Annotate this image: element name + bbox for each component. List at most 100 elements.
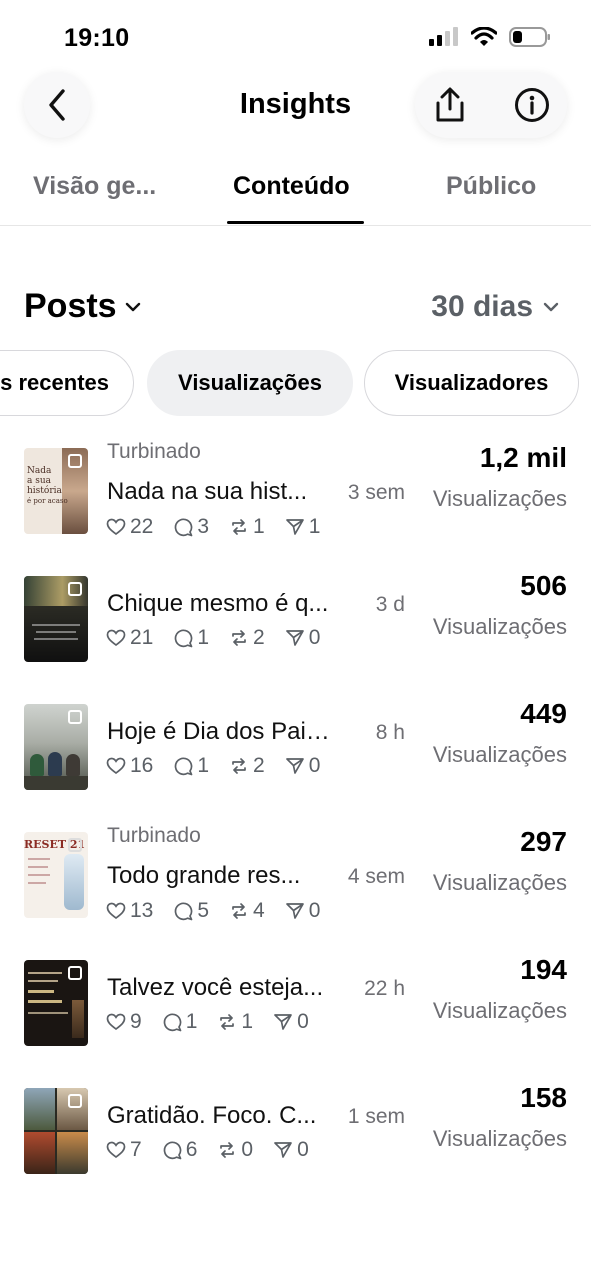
metric-label: Visualizações <box>432 614 567 639</box>
post-row[interactable]: Gratidão. Foco. C... 1 sem 7 6 0 0 158 V… <box>0 1070 591 1198</box>
heart-icon <box>106 518 126 536</box>
post-thumbnail: RESET 21 <box>24 832 88 918</box>
send-icon <box>285 758 304 774</box>
tab-audience[interactable]: Público <box>446 172 536 201</box>
chip-viewers[interactable]: Visualizadores <box>364 350 579 416</box>
post-thumbnail <box>24 576 88 662</box>
comment-icon <box>175 902 193 921</box>
post-age: 1 sem <box>347 1105 405 1128</box>
period-dropdown[interactable]: 30 dias <box>431 290 559 324</box>
post-age: 4 sem <box>347 865 405 888</box>
post-thumbnail <box>24 704 88 790</box>
heart-icon <box>106 902 126 920</box>
view-count: 297 <box>520 826 567 857</box>
multi-select-icon <box>68 838 82 852</box>
post-thumbnail <box>24 1088 88 1174</box>
repost-icon <box>220 1142 235 1158</box>
info-button[interactable] <box>499 72 565 138</box>
post-row[interactable]: Nada a sua história é por acaso Turbinad… <box>0 430 591 558</box>
repost-icon <box>232 903 246 919</box>
chip-label: s recentes <box>0 370 109 395</box>
post-caption: Chique mesmo é q... <box>107 590 329 617</box>
metric-label: Visualizações <box>432 870 567 895</box>
status-bar: 19:10 <box>0 0 591 70</box>
post-thumbnail: Nada a sua história é por acaso <box>24 448 88 534</box>
thumbnail-text: história <box>27 486 62 496</box>
post-row[interactable]: Hoje é Dia dos Pais,... 8 h 16 1 2 0 449… <box>0 686 591 814</box>
promoted-label: Turbinado <box>107 824 201 847</box>
multi-select-icon <box>68 454 82 468</box>
chip-recent[interactable]: s recentes <box>0 350 134 416</box>
post-row[interactable]: RESET 21 Turbinado Todo grande res... 4 … <box>0 814 591 942</box>
thumbnail-text: é por acaso <box>27 497 68 505</box>
header-actions <box>415 72 567 138</box>
view-count: 1,2 mil <box>479 442 567 473</box>
tab-content[interactable]: Conteúdo <box>233 172 350 201</box>
info-icon <box>515 88 549 122</box>
tab-overview[interactable]: Visão ge... <box>33 172 156 201</box>
repost-icon <box>220 1014 235 1030</box>
post-stats: 13 5 4 0 <box>106 899 320 923</box>
post-stats: 21 1 2 0 <box>106 626 320 650</box>
share-count: 0 <box>297 1010 309 1033</box>
chevron-down-icon <box>543 302 559 312</box>
post-stats: 22 3 1 1 <box>106 515 320 539</box>
view-count: 506 <box>520 570 567 601</box>
share-button[interactable] <box>417 72 483 138</box>
post-age: 22 h <box>364 977 405 1000</box>
post-row[interactable]: Chique mesmo é q... 3 d 21 1 2 0 506 Vis… <box>0 558 591 686</box>
chip-label: Visualizadores <box>394 370 549 395</box>
share-icon <box>436 87 464 122</box>
metric-label: Visualizações <box>432 998 567 1023</box>
comment-icon <box>175 757 193 776</box>
status-icons <box>429 26 551 48</box>
comment-icon <box>163 1141 182 1160</box>
repost-icon <box>232 630 246 646</box>
post-age: 3 sem <box>347 481 405 504</box>
view-count: 158 <box>520 1082 567 1113</box>
post-age: 3 d <box>375 593 405 616</box>
comment-count: 3 <box>197 515 210 538</box>
send-icon <box>285 630 304 646</box>
comment-icon <box>175 629 193 648</box>
status-time: 19:10 <box>64 24 130 52</box>
chip-views[interactable]: Visualizações <box>147 350 353 416</box>
repost-count: 2 <box>253 626 265 649</box>
multi-select-icon <box>68 1094 82 1108</box>
post-row[interactable]: Talvez você esteja... 22 h 9 1 1 0 194 V… <box>0 942 591 1070</box>
share-count: 1 <box>308 515 321 538</box>
post-caption: Hoje é Dia dos Pais,... <box>107 718 339 745</box>
post-age: 8 h <box>375 721 405 744</box>
multi-select-icon <box>68 710 82 724</box>
sort-chips: s recentes Visualizações Visualizadores <box>0 350 591 416</box>
post-stats: 7 6 0 0 <box>106 1138 309 1162</box>
like-count: 9 <box>130 1010 142 1033</box>
period-label: 30 dias <box>431 290 533 323</box>
multi-select-icon <box>68 966 82 980</box>
tab-indicator <box>227 221 364 224</box>
metric-label: Visualizações <box>432 742 567 767</box>
battery-icon <box>509 27 550 47</box>
comment-count: 1 <box>197 754 210 777</box>
section-title: Posts <box>24 287 117 325</box>
posts-dropdown[interactable]: Posts <box>24 287 141 326</box>
like-count: 16 <box>130 754 154 777</box>
post-stats: 16 1 2 0 <box>106 754 320 778</box>
header: Insights <box>0 70 591 140</box>
chip-label: Visualizações <box>178 370 322 395</box>
comment-count: 5 <box>197 899 210 922</box>
repost-count: 1 <box>253 515 265 538</box>
chevron-down-icon <box>125 302 140 311</box>
comment-icon <box>163 1013 182 1032</box>
thumbnail-text: Nada <box>27 466 52 476</box>
metric-label: Visualizações <box>432 1126 567 1151</box>
send-icon <box>285 519 304 535</box>
repost-count: 2 <box>253 754 265 777</box>
view-count: 194 <box>520 954 567 985</box>
share-count: 0 <box>308 626 321 649</box>
post-caption: Todo grande res... <box>107 862 301 889</box>
comment-icon <box>175 518 193 537</box>
heart-icon <box>106 757 126 775</box>
heart-icon <box>106 629 126 647</box>
repost-count: 0 <box>241 1138 254 1161</box>
